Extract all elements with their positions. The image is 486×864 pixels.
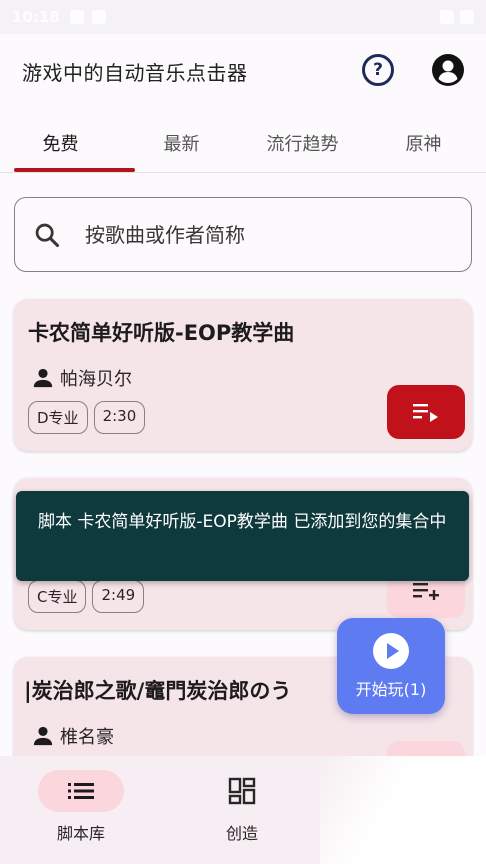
tab-label: 最新 (163, 134, 200, 155)
notification-icon-2 (91, 10, 106, 24)
nav-script-library[interactable]: 脚本库 (21, 770, 141, 844)
app-title: 游戏中的自动音乐点击器 (22, 60, 248, 85)
overlay-fade (320, 756, 486, 864)
tab-free[interactable]: 免费 (0, 108, 121, 174)
tab-bar: 免费 最新 流行趋势 原神 (0, 108, 486, 174)
tab-label: 原神 (405, 134, 442, 155)
help-button[interactable]: ? (362, 54, 394, 86)
search-icon (35, 223, 60, 247)
collection-button[interactable] (387, 385, 465, 439)
nav-create[interactable]: 创造 (182, 770, 302, 844)
snackbar: 脚本 卡农简单好听版-EOP教学曲 已添加到您的集合中 (16, 491, 469, 581)
tab-trending[interactable]: 流行趋势 (242, 108, 363, 174)
tab-label: 流行趋势 (266, 134, 339, 155)
status-bar: 10:18 (0, 0, 486, 34)
nav-label: 创造 (225, 824, 258, 843)
level-chip: C专业 (28, 580, 87, 613)
dashboard-icon (228, 777, 256, 805)
status-icons (69, 10, 106, 24)
song-tags: C专业 2:49 (28, 580, 145, 613)
fab-label: 开始玩(1) (355, 680, 427, 699)
list-icon (68, 783, 94, 799)
nav-pill (38, 770, 124, 812)
author-name: 帕海贝尔 (60, 369, 132, 390)
account-icon (432, 54, 464, 86)
search-input[interactable] (85, 222, 425, 247)
author-name: 椎名豪 (60, 727, 114, 748)
help-icon: ? (373, 60, 383, 80)
song-author: 椎名豪 (32, 723, 114, 749)
app-bar: 游戏中的自动音乐点击器 ? (0, 34, 486, 108)
song-tags: D专业 2:30 (28, 401, 146, 434)
tab-genshin[interactable]: 原神 (363, 108, 484, 174)
account-button[interactable] (432, 54, 464, 86)
status-time: 10:18 (12, 8, 60, 26)
person-icon (33, 368, 53, 388)
song-author: 帕海贝尔 (32, 365, 132, 391)
battery-icon (460, 10, 474, 24)
tab-newest[interactable]: 最新 (121, 108, 242, 174)
duration-chip: 2:49 (92, 580, 145, 613)
notification-icon (69, 10, 84, 24)
nav-pill (199, 770, 285, 812)
tab-label: 免费 (42, 134, 79, 155)
level-chip: D专业 (28, 401, 88, 434)
start-play-button[interactable]: 开始玩(1) (337, 618, 445, 714)
snackbar-message: 脚本 卡农简单好听版-EOP教学曲 已添加到您的集合中 (38, 512, 447, 532)
wifi-icon (440, 10, 454, 24)
system-icons (440, 10, 474, 24)
song-card[interactable]: 卡农简单好听版-EOP教学曲 帕海贝尔 D专业 2:30 (14, 299, 472, 451)
duration-chip: 2:30 (93, 401, 146, 434)
tabs-divider (0, 172, 486, 173)
playlist-add-icon (413, 583, 439, 600)
nav-label: 脚本库 (56, 824, 105, 843)
search-box[interactable] (14, 197, 472, 272)
song-title: 卡农简单好听版-EOP教学曲 (28, 321, 295, 345)
person-icon (33, 726, 53, 746)
playlist-play-icon (413, 404, 438, 422)
song-title: |炭治郎之歌/竈門炭治郎のう (24, 679, 292, 703)
play-icon (373, 633, 409, 669)
